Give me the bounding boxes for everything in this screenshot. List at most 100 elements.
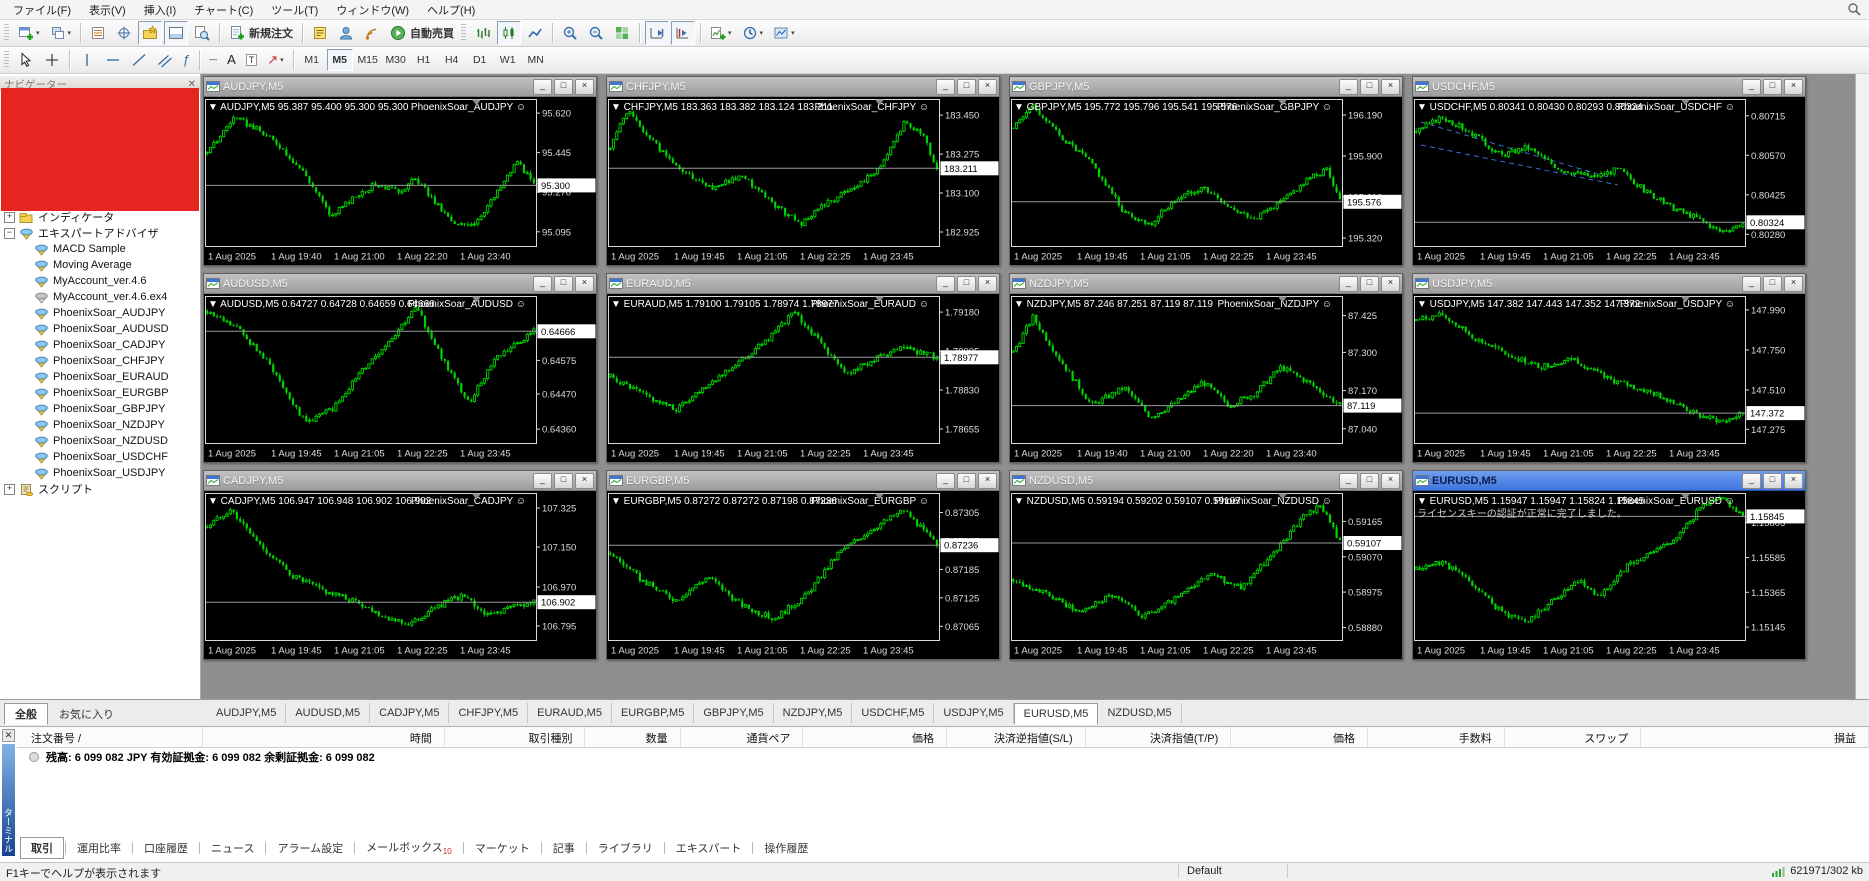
chart-window-titlebar[interactable]: EURUSD,M5 _ □ × (1413, 471, 1805, 491)
timeframe-m1[interactable]: M1 (299, 49, 325, 71)
chart-canvas[interactable]: 147.990 147.750 147.510 147.275 147.372 1 Aug… (1413, 294, 1805, 465)
close-button[interactable]: × (978, 275, 997, 292)
terminal-tab-8[interactable]: ライブラリ (588, 838, 663, 858)
terminal-column-header-9[interactable]: 手数料 (1368, 727, 1505, 747)
tree-item-phoenixsoar-chfjpy[interactable]: PhoenixSoar_CHFJPY (0, 353, 200, 369)
terminal-column-header-8[interactable]: 価格 (1231, 727, 1368, 747)
navigator-tab-favorites[interactable]: お気に入り (48, 703, 125, 725)
terminal-tab-5[interactable]: メールボックス10 (356, 837, 462, 858)
close-button[interactable]: × (1784, 275, 1803, 292)
minimize-button[interactable]: _ (1742, 275, 1761, 292)
chart-tab-chfjpy-m5[interactable]: CHFJPY,M5 (449, 703, 529, 723)
chart-window-nzdusd-m5[interactable]: NZDUSD,M5 _ □ × 0.59165 0.59070 0.58975 0.58880… (1009, 470, 1403, 660)
chart-window-audjpy-m5[interactable]: AUDJPY,M5 _ □ × 95.620 95.445 95.270 95.095 95.3… (203, 76, 597, 266)
text-label-button[interactable]: T (242, 48, 262, 72)
restore-button[interactable]: □ (1360, 78, 1379, 95)
chart-window-eurgbp-m5[interactable]: EURGBP,M5_□×0.873050.872450.871850.87125… (606, 470, 1000, 660)
restore-button[interactable]: □ (554, 472, 573, 489)
auto-scroll-button[interactable] (645, 21, 670, 45)
terminal-tab-0[interactable]: 取引 (20, 837, 64, 859)
chart-canvas[interactable]: 0.59165 0.59070 0.58975 0.58880 0.59107 1 Aug… (1010, 491, 1402, 662)
new-order-button[interactable]: 新規注文 (225, 21, 297, 45)
workspace-scrollbar[interactable] (1855, 74, 1869, 699)
terminal-column-header-10[interactable]: スワップ (1505, 727, 1642, 747)
chart-canvas[interactable]: 95.620 95.445 95.270 95.095 95.300 1 Aug 2025… (204, 97, 596, 268)
line-chart-button[interactable] (523, 21, 547, 45)
horizontal-line-button[interactable] (101, 48, 125, 72)
chart-window-euraud-m5[interactable]: EURAUD,M5_□×1.791801.790051.788301.78655… (606, 273, 1000, 463)
chart-window-cadjpy-m5[interactable]: CADJPY,M5 _ □ × 107.325 107.150 106.970 106.795… (203, 470, 597, 660)
timeframe-mn[interactable]: MN (523, 49, 549, 71)
close-button[interactable]: × (575, 78, 594, 95)
restore-button[interactable]: □ (957, 275, 976, 292)
tree-item-phoenixsoar-audjpy[interactable]: PhoenixSoar_AUDJPY (0, 305, 200, 321)
terminal-button[interactable] (164, 21, 189, 45)
cursor-button[interactable] (14, 48, 38, 72)
menu-tools[interactable]: ツール(T) (262, 0, 327, 20)
close-button[interactable]: × (1784, 472, 1803, 489)
tree-item-macd-sample[interactable]: MACD Sample (0, 241, 200, 257)
minimize-button[interactable]: _ (1339, 472, 1358, 489)
search-icon[interactable] (1847, 2, 1861, 19)
chart-shift-button[interactable] (671, 21, 696, 45)
minimize-button[interactable]: _ (1742, 472, 1761, 489)
terminal-tab-3[interactable]: ニュース (201, 838, 264, 858)
terminal-docked-titlebar[interactable]: ターミナル (2, 744, 15, 856)
timeframe-w1[interactable]: W1 (495, 49, 521, 71)
restore-button[interactable]: □ (1763, 472, 1782, 489)
tree-item-phoenixsoar-usdjpy[interactable]: PhoenixSoar_USDJPY (0, 465, 200, 481)
minimize-button[interactable]: _ (1339, 78, 1358, 95)
chart-window-titlebar[interactable]: CHFJPY,M5 _ □ × (607, 77, 999, 97)
chart-canvas[interactable]: 1.791801.790051.788301.786551.789771 Aug… (607, 294, 999, 465)
close-button[interactable]: × (978, 472, 997, 489)
restore-button[interactable]: □ (957, 472, 976, 489)
terminal-column-header-11[interactable]: 損益 (1641, 727, 1869, 747)
terminal-tab-9[interactable]: エキスパート (666, 838, 752, 858)
tree-item-myaccount-ver-4-6[interactable]: MyAccount_ver.4.6 (0, 273, 200, 289)
close-button[interactable]: × (1381, 275, 1400, 292)
chart-tab-usdjpy-m5[interactable]: USDJPY,M5 (934, 703, 1014, 723)
tree-item-phoenixsoar-audusd[interactable]: PhoenixSoar_AUDUSD (0, 321, 200, 337)
chart-tab-nzdusd-m5[interactable]: NZDUSD,M5 (1098, 703, 1182, 723)
chart-window-nzdjpy-m5[interactable]: NZDJPY,M5 _ □ × 87.425 87.300 87.170 87.040 87.1… (1009, 273, 1403, 463)
chart-canvas[interactable]: 0.64575 0.64470 0.64360 0.64666 1 Aug 2025 1 … (204, 294, 596, 465)
terminal-column-header-3[interactable]: 数量 (585, 727, 681, 747)
shapes-button[interactable]: ┈ (205, 48, 221, 72)
auto-trading-button[interactable]: 自動売買 (386, 21, 458, 45)
tree-expand-icon[interactable]: − (4, 227, 15, 239)
candlestick-chart-button[interactable] (497, 21, 522, 45)
chart-window-titlebar[interactable]: AUDUSD,M5 _ □ × (204, 274, 596, 294)
terminal-column-header-5[interactable]: 価格 (803, 727, 948, 747)
crosshair-button[interactable] (40, 48, 64, 72)
tree-item-phoenixsoar-usdchf[interactable]: PhoenixSoar_USDCHF (0, 449, 200, 465)
close-button[interactable]: × (1381, 78, 1400, 95)
chart-canvas[interactable]: 183.450 183.275 183.100 182.925 183.211 1 Aug… (607, 97, 999, 268)
tree-item-phoenixsoar-nzdjpy[interactable]: PhoenixSoar_NZDJPY (0, 417, 200, 433)
minimize-button[interactable]: _ (533, 78, 552, 95)
close-button[interactable]: × (978, 78, 997, 95)
chart-tab-eurgbp-m5[interactable]: EURGBP,M5 (612, 703, 695, 723)
chart-tab-gbpjpy-m5[interactable]: GBPJPY,M5 (694, 703, 774, 723)
close-button[interactable]: × (575, 472, 594, 489)
equidistant-channel-button[interactable] (153, 48, 177, 72)
timeframe-h4[interactable]: H4 (439, 49, 465, 71)
close-button[interactable]: × (1784, 78, 1803, 95)
restore-button[interactable]: □ (1763, 275, 1782, 292)
chart-tab-usdchf-m5[interactable]: USDCHF,M5 (852, 703, 935, 723)
menu-window[interactable]: ウィンドウ(W) (327, 0, 418, 20)
tree-item-myaccount-ver-4-6-ex4[interactable]: MyAccount_ver.4.6.ex4 (0, 289, 200, 305)
navigator-button[interactable] (138, 21, 163, 45)
tree-item-phoenixsoar-cadjpy[interactable]: PhoenixSoar_CADJPY (0, 337, 200, 353)
chart-canvas[interactable]: 107.325 107.150 106.970 106.795 106.902 1 Aug… (204, 491, 596, 662)
tile-windows-button[interactable] (610, 21, 634, 45)
chart-canvas[interactable]: 0.873050.872450.871850.871250.870650.872… (607, 491, 999, 662)
metaeditor-button[interactable] (308, 21, 332, 45)
vertical-line-button[interactable] (75, 48, 99, 72)
tree-expand-icon[interactable]: + (4, 483, 15, 495)
restore-button[interactable]: □ (554, 78, 573, 95)
chart-tab-euraud-m5[interactable]: EURAUD,M5 (528, 703, 612, 723)
chart-window-titlebar[interactable]: EURAUD,M5 _ □ × (607, 274, 999, 294)
timeframe-m15[interactable]: M15 (355, 49, 381, 71)
indicators-button[interactable]: ▾ (706, 21, 736, 45)
fibonacci-button[interactable]: ƒ (179, 48, 194, 72)
